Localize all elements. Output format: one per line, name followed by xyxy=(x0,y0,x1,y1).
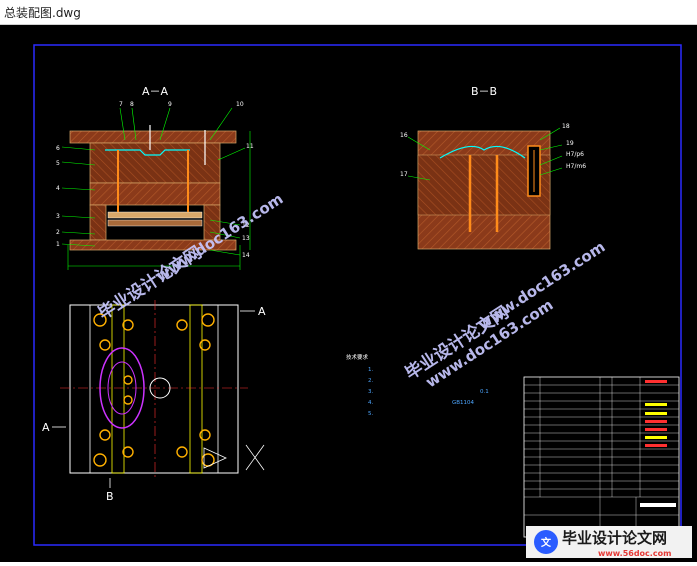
logo-cn-text: 毕业设计论文网 xyxy=(562,529,667,547)
callout-2: 2 xyxy=(56,229,60,236)
drawing-svg: A－A 7 8 9 10 6 5 4 3 2 1 11 12 13 14 B－B… xyxy=(33,44,692,558)
callout-19: 19 xyxy=(566,140,574,147)
logo-site-text: www.56doc.com xyxy=(598,549,671,558)
window-titlebar: 总装配图.dwg xyxy=(0,0,697,25)
watermark-upper-cn: 毕业设计论文网 xyxy=(94,242,205,324)
callout-17: 17 xyxy=(400,171,408,178)
callout-13: 13 xyxy=(242,235,250,242)
plan-view: A A B xyxy=(42,300,266,503)
callout-16: 16 xyxy=(400,132,408,139)
fit-h7-m6: H7/m6 xyxy=(566,163,586,170)
plan-cut-bottom-label: B xyxy=(106,490,114,503)
tech-req-1: 1. xyxy=(368,367,373,373)
callout-4: 4 xyxy=(56,185,60,192)
cad-drawing-canvas[interactable]: A－A 7 8 9 10 6 5 4 3 2 1 11 12 13 14 B－B… xyxy=(0,25,697,562)
callout-18: 18 xyxy=(562,123,570,130)
watermark-logo: 文 毕业设计论文网 www.56doc.com xyxy=(526,526,692,558)
tech-req-2: 2. xyxy=(368,378,373,384)
plan-cut-left-label: A xyxy=(42,421,50,434)
fit-h7-p6: H7/p6 xyxy=(566,151,584,158)
svg-text:文: 文 xyxy=(541,536,552,549)
window-title: 总装配图.dwg xyxy=(4,6,81,20)
tech-req-tolerance: 0.1 xyxy=(480,389,489,395)
callout-7: 7 xyxy=(119,101,123,108)
callout-6: 6 xyxy=(56,145,60,152)
callout-10: 10 xyxy=(236,101,244,108)
callout-3: 3 xyxy=(56,213,60,220)
tech-req-title: 技术要求 xyxy=(346,353,369,361)
tech-req-standard: GB1104 xyxy=(452,400,475,406)
tech-req-4: 4. xyxy=(368,400,373,406)
parts-list-table xyxy=(523,376,680,538)
tech-req-5: 5. xyxy=(368,411,373,417)
callout-9: 9 xyxy=(168,101,172,108)
tech-req-3: 3. xyxy=(368,389,373,395)
callout-5: 5 xyxy=(56,160,60,167)
callout-8: 8 xyxy=(130,101,134,108)
plan-cut-right-label: A xyxy=(258,305,266,318)
callout-1: 1 xyxy=(56,241,60,248)
callout-11: 11 xyxy=(246,143,254,150)
callout-14: 14 xyxy=(242,252,250,259)
section-bb-view: B－B 16 17 18 19 H7/p6 H7/m6 xyxy=(400,85,586,250)
section-bb-label: B－B xyxy=(471,85,497,98)
section-aa-label: A－A xyxy=(142,85,169,98)
